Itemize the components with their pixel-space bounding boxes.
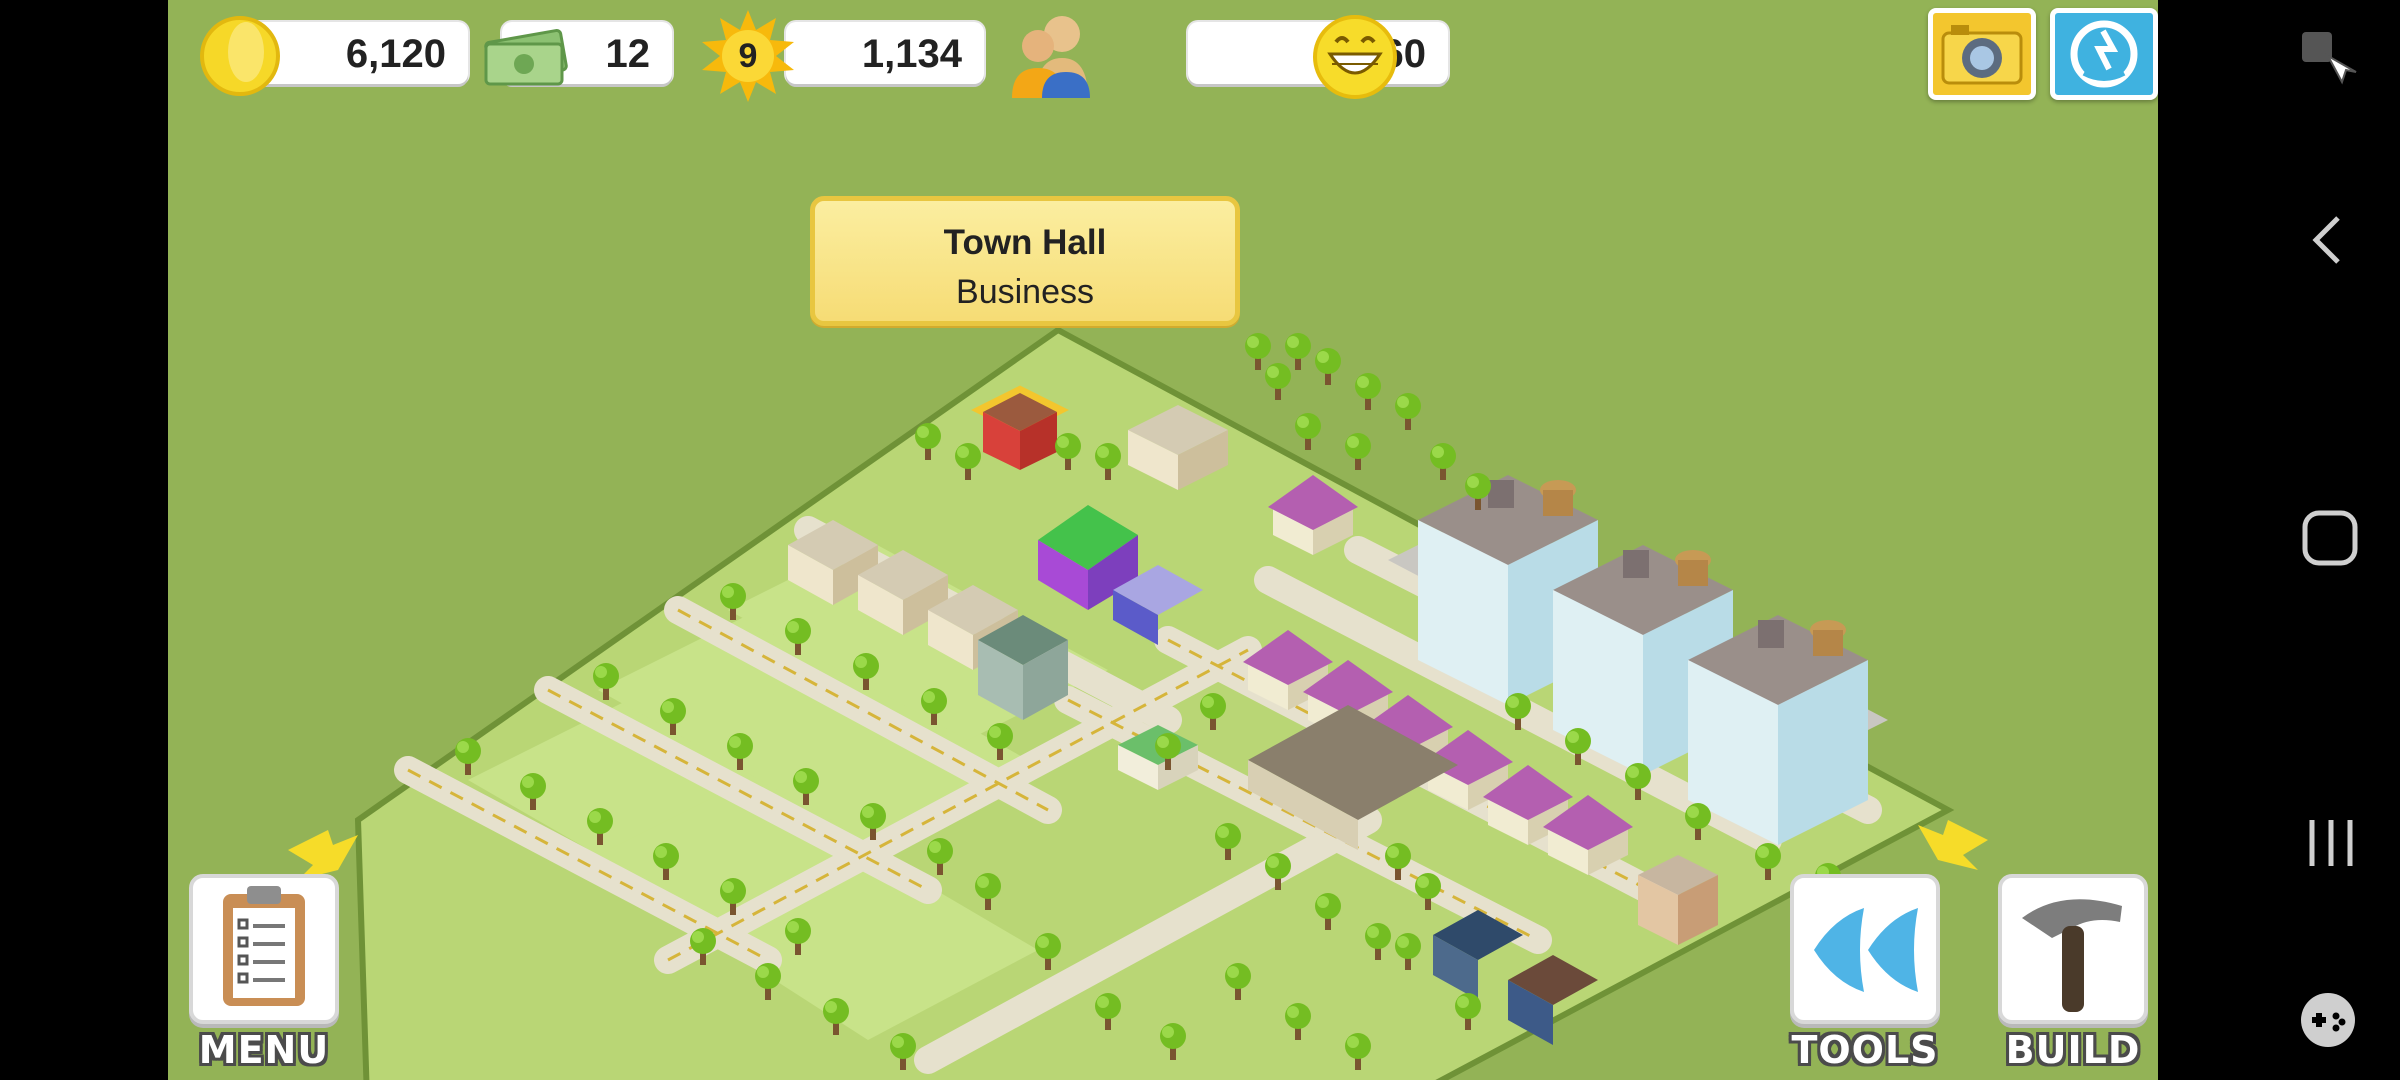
game-tools-icon[interactable] <box>2298 990 2358 1050</box>
camera-icon <box>1941 25 2023 85</box>
tooltip-subtitle: Business <box>956 273 1094 311</box>
level-badge: 9 <box>698 8 798 104</box>
system-nav-bar <box>2158 0 2400 1080</box>
clipboard-icon <box>223 886 305 1006</box>
xp-counter: 1,134 <box>786 22 984 84</box>
home-icon[interactable] <box>2300 508 2360 568</box>
game-viewport[interactable]: 6,120 12 1,134 9 1,360 <box>168 0 2158 1080</box>
menu-label[interactable]: MENU <box>168 1028 364 1072</box>
screen-rotate-icon[interactable] <box>2298 26 2358 90</box>
level-value: 9 <box>738 36 758 75</box>
menu-button[interactable] <box>189 874 339 1024</box>
build-label[interactable]: BUILD <box>1973 1028 2158 1072</box>
tooltip-title: Town Hall <box>943 223 1107 262</box>
rewind-icon <box>1814 908 1918 992</box>
recents-icon[interactable] <box>2304 816 2358 870</box>
back-icon[interactable] <box>2304 210 2352 270</box>
camera-button[interactable] <box>1928 8 2036 100</box>
smiley-face-icon[interactable] <box>1310 12 1400 102</box>
cash-icon <box>484 29 568 86</box>
cash-value: 12 <box>605 32 651 76</box>
building-tooltip: Town Hall Business <box>810 196 1240 326</box>
coins-value: 6,120 <box>345 32 446 76</box>
share-button[interactable] <box>2050 8 2158 100</box>
coin-icon <box>200 16 280 96</box>
hammer-icon <box>2022 899 2122 1012</box>
share-icon <box>2070 20 2138 88</box>
population-icon <box>1012 16 1090 98</box>
tools-label[interactable]: TOOLS <box>1765 1028 1965 1072</box>
tools-button[interactable] <box>1790 874 1940 1024</box>
build-button[interactable] <box>1998 874 2148 1024</box>
xp-value: 1,134 <box>861 32 962 76</box>
